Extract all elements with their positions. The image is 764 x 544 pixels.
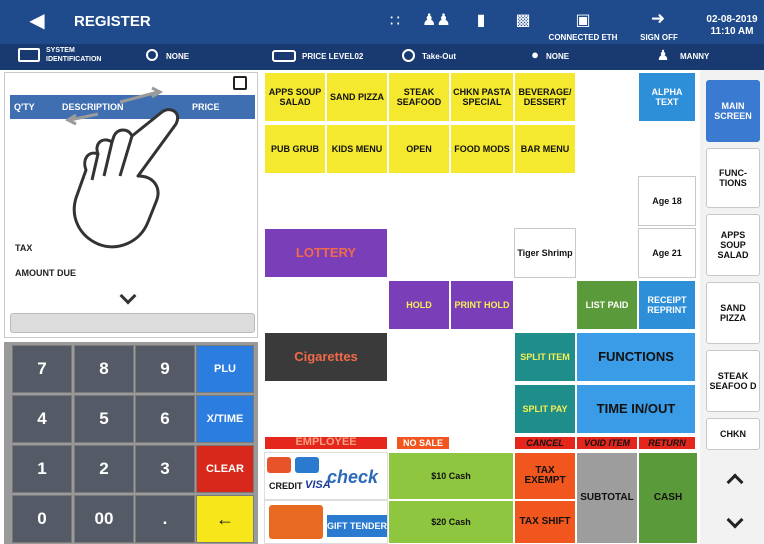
sand-pizza-nav-button[interactable]: SAND PIZZA: [706, 282, 760, 344]
clear-button[interactable]: CLEAR: [196, 445, 254, 493]
cash-button[interactable]: CASH: [638, 452, 698, 544]
order-scrollbar[interactable]: [10, 313, 255, 333]
key-00[interactable]: 00: [74, 495, 134, 543]
alpha-text-button[interactable]: ALPHA TEXT: [638, 72, 696, 122]
gift-tender-button[interactable]: GIFT TENDER: [264, 500, 388, 544]
receipt-reprint-button[interactable]: RECEIPT REPRINT: [638, 280, 696, 330]
swipe-gesture-hand-icon: [64, 86, 179, 249]
tiger-shrimp-button[interactable]: Tiger Shrimp: [514, 228, 576, 278]
age-21-button[interactable]: Age 21: [638, 228, 696, 278]
key-6[interactable]: 6: [135, 395, 195, 443]
functions-nav-button[interactable]: FUNC- TIONS: [706, 148, 760, 208]
x-time-button[interactable]: X/TIME: [196, 395, 254, 443]
people-icon[interactable]: ♟♟: [422, 10, 451, 32]
lottery-button[interactable]: LOTTERY: [264, 228, 388, 278]
clock-icon[interactable]: [402, 49, 415, 62]
steak-seafood-nav-button[interactable]: STEAK SEAFOO D: [706, 350, 760, 412]
cancel-button[interactable]: CANCEL: [514, 436, 576, 450]
document-icon[interactable]: ▩: [512, 10, 534, 32]
food-mods-button[interactable]: FOOD MODS: [450, 124, 514, 174]
void-item-button[interactable]: VOID ITEM: [576, 436, 638, 450]
split-pay-button[interactable]: SPLIT PAY: [514, 384, 576, 434]
key-8[interactable]: 8: [74, 345, 134, 393]
chkn-pasta-special-button[interactable]: CHKN PASTA SPECIAL: [450, 72, 514, 122]
return-button[interactable]: RETURN: [638, 436, 696, 450]
page-title: REGISTER: [74, 13, 151, 30]
split-item-button[interactable]: SPLIT ITEM: [514, 332, 576, 382]
save-icon[interactable]: [233, 76, 247, 90]
no-sale-button[interactable]: NO SALE: [396, 436, 450, 450]
mastercard-logo-icon: [267, 457, 291, 473]
system-id-icon[interactable]: [18, 48, 40, 62]
apps-soup-salad-nav-button[interactable]: APPS SOUP SALAD: [706, 214, 760, 276]
key-4[interactable]: 4: [12, 395, 72, 443]
search-value[interactable]: NONE: [166, 44, 189, 70]
price-level-icon[interactable]: [272, 50, 296, 62]
hold-button[interactable]: HOLD: [388, 280, 450, 330]
time-in-out-button[interactable]: TIME IN/OUT: [576, 384, 696, 434]
key-2[interactable]: 2: [74, 445, 134, 493]
employee-button[interactable]: EMPLOYEE: [264, 436, 388, 450]
apps-soup-salad-button[interactable]: APPS SOUP SALAD: [264, 72, 326, 122]
functions-button[interactable]: FUNCTIONS: [576, 332, 696, 382]
subtotal-button[interactable]: SUBTOTAL: [576, 452, 638, 544]
main-screen-button[interactable]: MAIN SCREEN: [706, 80, 760, 142]
chkn-nav-button[interactable]: CHKN: [706, 418, 760, 450]
sub-bar: [0, 44, 764, 70]
key-decimal[interactable]: .: [135, 495, 195, 543]
date-display: 02-08-2019: [706, 14, 758, 25]
cash-20-button[interactable]: $20 Cash: [388, 500, 514, 544]
steak-seafood-button[interactable]: STEAK SEAFOOD: [388, 72, 450, 122]
credit-button[interactable]: CREDIT VISA check: [264, 452, 388, 500]
amount-due-label: AMOUNT DUE: [15, 268, 76, 278]
search-icon[interactable]: [146, 49, 158, 61]
location-pin-icon[interactable]: ●: [528, 46, 542, 64]
location-value[interactable]: NONE: [546, 44, 569, 70]
plu-button[interactable]: PLU: [196, 345, 254, 393]
connection-status: CONNECTED ETH: [548, 33, 618, 42]
sign-off-button[interactable]: SIGN OFF: [636, 33, 682, 42]
check-label: check: [327, 467, 379, 487]
amex-logo-icon: [295, 457, 319, 473]
bar-menu-button[interactable]: BAR MENU: [514, 124, 576, 174]
order-type[interactable]: Take-Out: [422, 44, 456, 70]
col-qty: Q'TY: [14, 102, 35, 112]
backspace-button[interactable]: ←: [196, 495, 254, 543]
gift-tender-label: GIFT TENDER: [327, 515, 387, 537]
key-5[interactable]: 5: [74, 395, 134, 443]
sign-off-icon[interactable]: ➜: [646, 8, 670, 30]
key-3[interactable]: 3: [135, 445, 195, 493]
key-1[interactable]: 1: [12, 445, 72, 493]
gift-card-icon: [269, 505, 323, 539]
key-0[interactable]: 0: [12, 495, 72, 543]
age-18-button[interactable]: Age 18: [638, 176, 696, 226]
print-hold-button[interactable]: PRINT HOLD: [450, 280, 514, 330]
price-level[interactable]: PRICE LEVEL02: [302, 44, 363, 70]
beverage-dessert-button[interactable]: BEVERAGE/ DESSERT: [514, 72, 576, 122]
open-button[interactable]: OPEN: [388, 124, 450, 174]
tax-shift-button[interactable]: TAX SHIFT: [514, 500, 576, 544]
cigarettes-button[interactable]: Cigarettes: [264, 332, 388, 382]
key-9[interactable]: 9: [135, 345, 195, 393]
time-display: 11:10 AM: [710, 26, 754, 37]
system-id-label-2: IDENTIFICATION: [46, 56, 102, 63]
grid-icon[interactable]: ∷: [384, 11, 406, 33]
user-name: MANNY: [680, 52, 710, 61]
monitor-icon: ▣: [575, 12, 591, 29]
credit-label: CREDIT: [269, 481, 303, 491]
list-paid-button[interactable]: LIST PAID: [576, 280, 638, 330]
back-arrow-icon[interactable]: ◀: [24, 10, 50, 32]
sand-pizza-button[interactable]: SAND PIZZA: [326, 72, 388, 122]
key-7[interactable]: 7: [12, 345, 72, 393]
cash-10-button[interactable]: $10 Cash: [388, 452, 514, 500]
kids-menu-button[interactable]: KIDS MENU: [326, 124, 388, 174]
pub-grub-button[interactable]: PUB GRUB: [264, 124, 326, 174]
user-icon[interactable]: ♟: [654, 46, 672, 64]
tax-label: TAX: [15, 243, 33, 253]
clipboard-icon[interactable]: ▮: [470, 10, 492, 32]
tax-exempt-button[interactable]: TAX EXEMPT: [514, 452, 576, 500]
